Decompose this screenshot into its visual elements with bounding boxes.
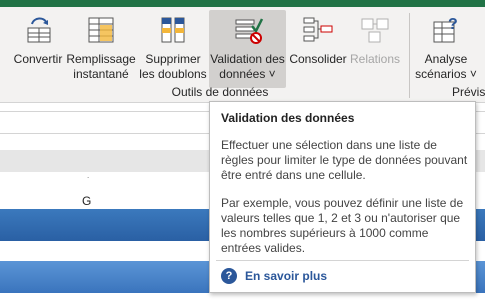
title-bar-strip [0,0,485,7]
learn-more-label[interactable]: En savoir plus [245,269,327,283]
ribbon-group-separator [409,13,410,98]
flash-fill-icon [88,17,114,43]
relationships-button[interactable]: Relations [348,10,402,88]
data-validation-label: Validation des données ˅ [210,52,285,81]
cell-dot: . [87,171,90,180]
flash-fill-label: Remplissage instantané [66,52,136,81]
consolidate-button[interactable]: Consolider [288,10,348,88]
data-validation-button[interactable]: Validation des données ˅ [209,10,286,88]
column-header-g[interactable]: G [82,194,91,208]
tooltip-description: Effectuer une sélection dans une liste d… [221,138,468,182]
flash-fill-button[interactable]: Remplissage instantané [66,10,136,88]
group-label-forecast: Prévisi [452,85,485,99]
relationships-icon [361,18,389,43]
data-validation-tooltip: Validation des données Effectuer une sél… [209,101,476,293]
tooltip-title: Validation des données [221,111,355,125]
what-if-analysis-button[interactable]: ? Analyse scénarios ˅ [414,10,478,88]
what-if-analysis-label: Analyse scénarios ˅ [415,52,477,81]
tooltip-example: Par exemple, vous pouvez définir une lis… [221,196,464,255]
remove-duplicates-button[interactable]: Supprimer les doublons [139,10,207,88]
what-if-analysis-icon: ? [433,16,458,43]
text-to-columns-icon [27,17,51,43]
remove-duplicates-label: Supprimer les doublons [139,52,207,81]
help-icon: ? [221,268,237,284]
convert-label: Convertir [13,52,63,66]
consolidate-icon [303,17,333,42]
svg-text:?: ? [448,16,458,33]
data-validation-icon [235,18,263,44]
tooltip-divider [216,260,469,261]
consolidate-label: Consolider [289,52,347,66]
relationships-label: Relations [349,52,401,66]
ribbon-data-tab: Convertir Remplissage instantané Supprim… [0,7,485,103]
convert-button[interactable]: Convertir [12,10,64,88]
remove-duplicates-icon [161,17,185,43]
group-label-data-tools: Outils de données [171,85,269,99]
